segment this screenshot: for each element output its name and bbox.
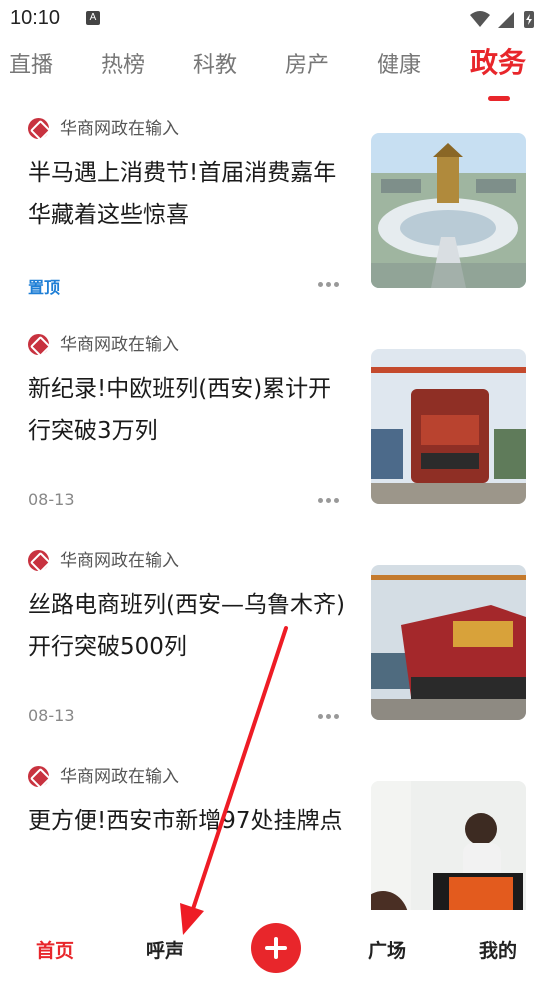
source-name: 华商网政在输入 <box>60 767 179 787</box>
tab-health[interactable]: 健康 <box>377 48 421 84</box>
news-thumbnail[interactable] <box>371 781 526 910</box>
news-thumbnail[interactable] <box>371 565 526 720</box>
notification-icon: A <box>86 11 100 25</box>
news-feed[interactable]: 华商网政在输入 半马遇上消费节!首届消费嘉年华藏着这些惊喜 置顶 华商网政在输入… <box>0 104 554 910</box>
news-card[interactable]: 华商网政在输入 新纪录!中欧班列(西安)累计开行突破3万列 08-13 <box>0 320 554 536</box>
status-bar: 10:10 A <box>0 0 554 40</box>
nav-voice[interactable]: 呼声 <box>146 936 184 963</box>
news-card[interactable]: 华商网政在输入 丝路电商班列(西安—乌鲁木齐)开行突破500列 08-13 <box>0 536 554 752</box>
plus-icon[interactable] <box>251 923 301 973</box>
source-name: 华商网政在输入 <box>60 119 179 139</box>
tab-trending[interactable]: 热榜 <box>101 48 145 84</box>
source-logo-icon <box>28 550 49 571</box>
status-time: 10:10 <box>10 7 61 29</box>
source-logo-icon <box>28 118 49 139</box>
news-card[interactable]: 华商网政在输入 更方便!西安市新增97处挂牌点 <box>0 752 554 910</box>
more-icon[interactable] <box>318 282 342 288</box>
pinned-badge: 置顶 <box>28 278 61 297</box>
wifi-icon <box>470 11 490 27</box>
more-icon[interactable] <box>318 714 342 720</box>
system-icons <box>470 11 534 28</box>
news-thumbnail[interactable] <box>371 349 526 504</box>
news-thumbnail[interactable] <box>371 133 526 288</box>
news-title[interactable]: 更方便!西安市新增97处挂牌点 <box>28 800 348 842</box>
source-logo-icon <box>28 334 49 355</box>
nav-mine[interactable]: 我的 <box>479 936 517 963</box>
bottom-navigation: 首页 呼声 广场 我的 <box>0 910 554 984</box>
nav-plaza[interactable]: 广场 <box>368 936 406 963</box>
nav-home[interactable]: 首页 <box>36 936 74 963</box>
publish-date: 08-13 <box>28 706 75 725</box>
tab-live[interactable]: 直播 <box>9 48 53 84</box>
source-logo-icon <box>28 766 49 787</box>
news-title[interactable]: 新纪录!中欧班列(西安)累计开行突破3万列 <box>28 368 348 452</box>
publish-date: 08-13 <box>28 490 75 509</box>
tab-realestate[interactable]: 房产 <box>285 48 329 84</box>
news-title[interactable]: 半马遇上消费节!首届消费嘉年华藏着这些惊喜 <box>28 152 348 236</box>
category-tabs: 直播 热榜 科教 房产 健康 政务 <box>0 40 554 104</box>
news-title[interactable]: 丝路电商班列(西安—乌鲁木齐)开行突破500列 <box>28 584 348 668</box>
source-name: 华商网政在输入 <box>60 335 179 355</box>
signal-icon <box>498 12 514 28</box>
tab-government[interactable]: 政务 <box>470 45 526 81</box>
tab-science[interactable]: 科教 <box>193 48 237 84</box>
active-tab-indicator <box>488 96 510 101</box>
more-icon[interactable] <box>318 498 342 504</box>
news-card[interactable]: 华商网政在输入 半马遇上消费节!首届消费嘉年华藏着这些惊喜 置顶 <box>0 104 554 320</box>
source-name: 华商网政在输入 <box>60 551 179 571</box>
